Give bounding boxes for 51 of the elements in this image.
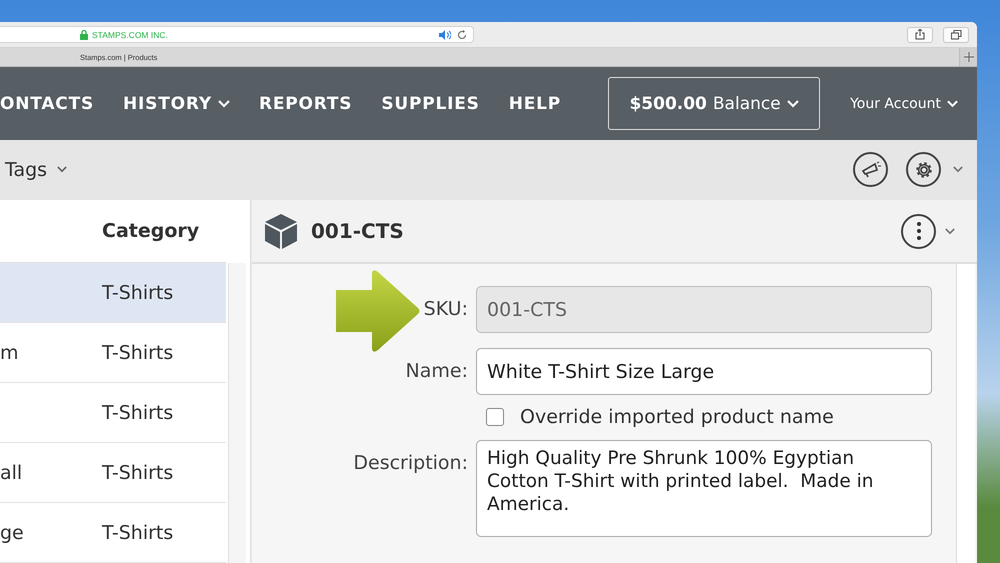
- product-title: 001-CTS: [311, 219, 405, 243]
- table-cell: T-Shirts: [102, 462, 174, 484]
- table-cell: T-Shirts: [102, 522, 174, 544]
- settings-button[interactable]: [906, 152, 941, 188]
- nav-item[interactable]: ONTACTS: [0, 94, 94, 114]
- table-cell: T-Shirts: [102, 282, 174, 304]
- balance-button[interactable]: $500.00 Balance: [608, 77, 820, 130]
- field-label: Description:: [353, 451, 468, 476]
- megaphone-icon: [860, 160, 880, 179]
- nav-item[interactable]: SUPPLIES: [381, 94, 480, 114]
- lock-icon: [80, 30, 88, 40]
- chevron-down-icon[interactable]: [945, 228, 955, 234]
- new-tab-button[interactable]: [959, 48, 977, 66]
- field-label: Name:: [406, 359, 468, 384]
- table-cell: T-Shirts: [102, 402, 174, 424]
- site-name: STAMPS.COM INC.: [92, 30, 169, 40]
- text-field[interactable]: White T-Shirt Size Large: [476, 348, 932, 395]
- field-label: SKU:: [424, 297, 468, 322]
- checkbox-label: Override imported product name: [520, 406, 834, 428]
- scrollbar-track[interactable]: [228, 263, 246, 563]
- box-icon: [264, 213, 298, 249]
- share-button[interactable]: [907, 26, 933, 43]
- more-options-button[interactable]: [901, 214, 936, 248]
- column-header[interactable]: Category: [102, 220, 200, 242]
- reload-icon[interactable]: [457, 30, 467, 40]
- nav-item[interactable]: HELP: [508, 94, 562, 114]
- settings-icon: [914, 160, 934, 180]
- tabs-button[interactable]: [943, 26, 969, 43]
- description-field[interactable]: High Quality Pre Shrunk 100% Egyptian Cotton T-Shirt with printed label. Made in America.: [476, 440, 932, 537]
- table-cell: all: [0, 462, 22, 484]
- chevron-down-icon[interactable]: [953, 166, 963, 174]
- chevron-down-icon: [218, 100, 230, 108]
- share-icon: [915, 29, 925, 40]
- chevron-down-icon: [57, 166, 68, 174]
- checkbox[interactable]: [486, 408, 504, 426]
- plus-icon: [964, 52, 974, 62]
- tabs-icon: [950, 30, 962, 40]
- account-menu[interactable]: Your Account: [850, 96, 958, 112]
- table-cell: m: [0, 342, 19, 364]
- table-row[interactable]: T-Shirts: [0, 263, 226, 323]
- more-icon: [916, 222, 920, 240]
- chevron-down-icon: [946, 100, 958, 108]
- tags-dropdown[interactable]: Tags: [5, 158, 68, 181]
- speaker-icon[interactable]: [439, 30, 451, 40]
- megaphone-button[interactable]: [853, 152, 888, 188]
- table-cell: ge: [0, 522, 24, 544]
- nav-item[interactable]: HISTORY: [123, 94, 230, 114]
- nav-item[interactable]: REPORTS: [258, 94, 352, 114]
- chevron-down-icon: [786, 100, 799, 108]
- table-cell: T-Shirts: [102, 342, 174, 364]
- scrollbar-track[interactable]: [956, 264, 975, 563]
